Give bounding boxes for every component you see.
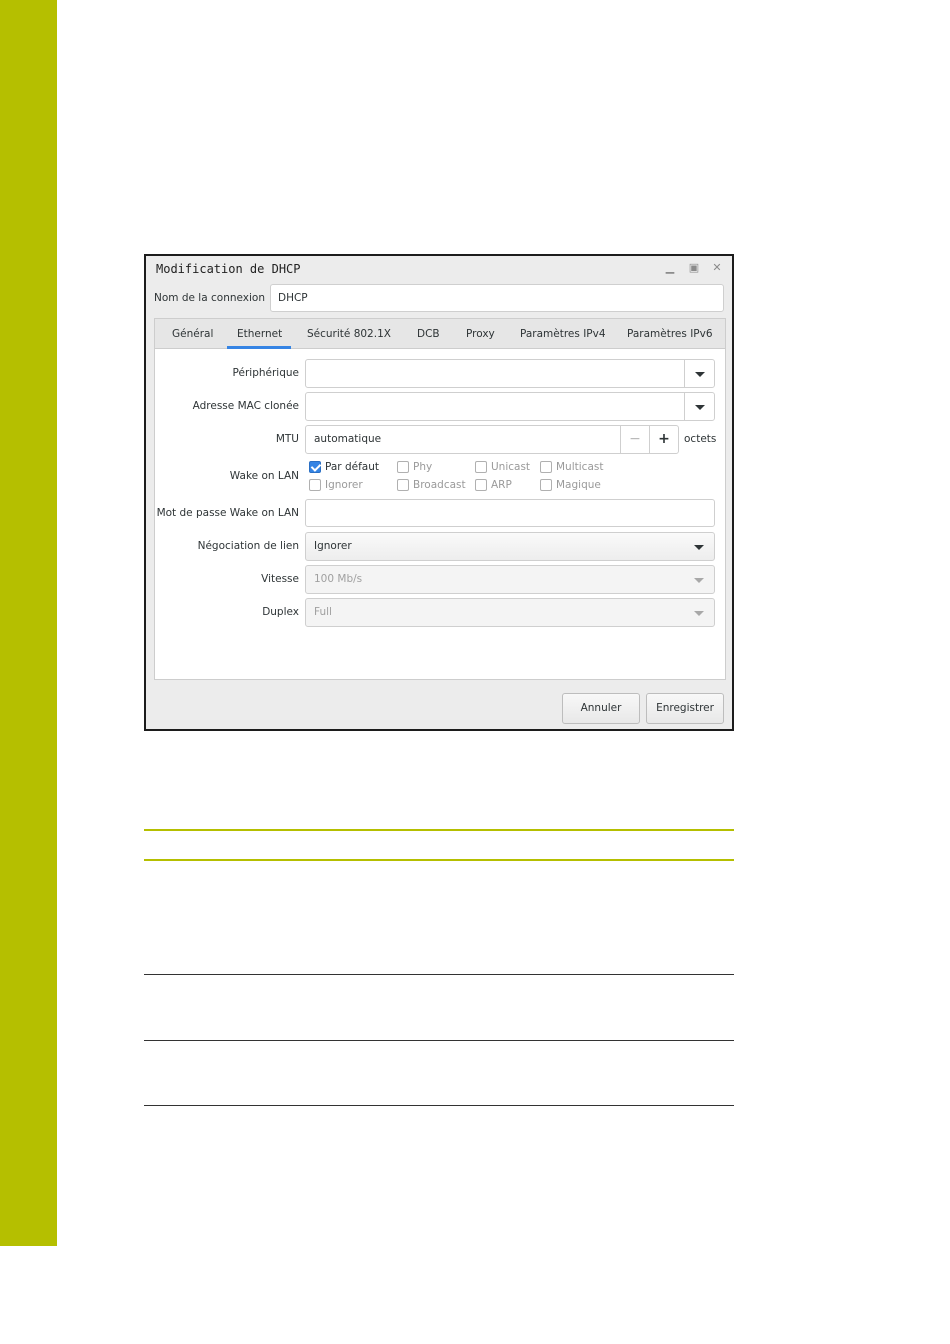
minimize-icon[interactable]: ▁ (663, 262, 677, 274)
wol-multicast-label: Multicast (556, 461, 604, 473)
table-header-rule (144, 859, 734, 861)
device-label: Périphérique (232, 367, 299, 379)
edit-connection-dialog: Modification de DHCP ▁ ▣ ✕ Nom de la con… (144, 254, 734, 731)
checkbox-icon (309, 479, 321, 491)
chevron-down-icon (694, 371, 705, 377)
speed-dropdown[interactable]: 100 Mb/s (305, 565, 715, 594)
cloned-mac-combobox[interactable] (305, 392, 715, 421)
tab-proxy[interactable]: Proxy (466, 328, 495, 340)
wol-multicast-checkbox[interactable]: Multicast (540, 461, 603, 473)
checkbox-checked-icon (309, 461, 321, 473)
table-top-rule (144, 829, 734, 831)
wol-ignore-label: Ignorer (325, 479, 363, 491)
speed-value: 100 Mb/s (314, 573, 363, 585)
table-bottom-rule (144, 1105, 734, 1106)
cloned-mac-label: Adresse MAC clonée (192, 400, 299, 412)
maximize-icon[interactable]: ▣ (687, 262, 701, 274)
dialog-titlebar[interactable]: Modification de DHCP ▁ ▣ ✕ (146, 256, 732, 282)
settings-notebook: Général Ethernet Sécurité 802.1X DCB Pro… (154, 318, 726, 680)
wol-password-label: Mot de passe Wake on LAN (156, 507, 299, 519)
wol-magic-label: Magique (556, 479, 601, 491)
chevron-down-icon (694, 544, 704, 550)
wol-phy-label: Phy (413, 461, 433, 473)
close-icon[interactable]: ✕ (710, 262, 724, 274)
mtu-unit: octets (684, 433, 717, 445)
checkbox-icon (475, 479, 487, 491)
duplex-label: Duplex (262, 606, 299, 618)
link-negotiation-dropdown[interactable]: Ignorer (305, 532, 715, 561)
tab-ethernet[interactable]: Ethernet (237, 328, 282, 340)
sidebar-accent-strip (0, 0, 57, 1246)
mtu-decrement-button[interactable]: − (620, 426, 649, 453)
chevron-down-icon (694, 610, 704, 616)
link-negotiation-value: Ignorer (314, 540, 352, 552)
wol-magic-checkbox[interactable]: Magique (540, 479, 601, 491)
wol-unicast-label: Unicast (491, 461, 531, 473)
checkbox-icon (540, 461, 552, 473)
connection-name-label: Nom de la connexion (154, 292, 265, 304)
table-row-divider (144, 974, 734, 975)
tab-ipv6-settings[interactable]: Paramètres IPv6 (627, 328, 713, 340)
mtu-value: automatique (314, 433, 382, 445)
wol-arp-label: ARP (491, 479, 512, 491)
mtu-label: MTU (275, 433, 299, 445)
duplex-dropdown[interactable]: Full (305, 598, 715, 627)
active-tab-indicator (227, 346, 291, 349)
wol-unicast-checkbox[interactable]: Unicast (475, 461, 530, 473)
checkbox-icon (475, 461, 487, 473)
device-dropdown-button[interactable] (684, 360, 714, 387)
wol-default-label: Par défaut (325, 461, 379, 473)
duplex-value: Full (314, 606, 332, 618)
tab-general[interactable]: Général (172, 328, 213, 340)
wol-label: Wake on LAN (229, 470, 299, 482)
tab-bar: Général Ethernet Sécurité 802.1X DCB Pro… (155, 319, 725, 349)
wol-ignore-checkbox[interactable]: Ignorer (309, 479, 363, 491)
checkbox-icon (540, 479, 552, 491)
chevron-down-icon (694, 577, 704, 583)
mtu-increment-button[interactable]: + (649, 426, 678, 453)
table-row-divider (144, 1040, 734, 1041)
cancel-button[interactable]: Annuler (562, 693, 640, 724)
wol-broadcast-label: Broadcast (413, 479, 466, 491)
mtu-spinbutton[interactable]: automatique − + (305, 425, 679, 454)
chevron-down-icon (694, 404, 705, 410)
dialog-title: Modification de DHCP (156, 262, 301, 276)
wol-arp-checkbox[interactable]: ARP (475, 479, 512, 491)
wol-phy-checkbox[interactable]: Phy (397, 461, 432, 473)
save-button[interactable]: Enregistrer (646, 693, 724, 724)
tab-ipv4-settings[interactable]: Paramètres IPv4 (520, 328, 606, 340)
link-negotiation-label: Négociation de lien (197, 540, 299, 552)
device-combobox[interactable] (305, 359, 715, 388)
checkbox-icon (397, 479, 409, 491)
wol-password-input[interactable] (305, 499, 715, 527)
wol-default-checkbox[interactable]: Par défaut (309, 461, 379, 473)
speed-label: Vitesse (261, 573, 299, 585)
cloned-mac-dropdown-button[interactable] (684, 393, 714, 420)
wol-broadcast-checkbox[interactable]: Broadcast (397, 479, 466, 491)
connection-name-input[interactable]: DHCP (270, 284, 724, 312)
checkbox-icon (397, 461, 409, 473)
tab-dcb[interactable]: DCB (417, 328, 440, 340)
tab-security-8021x[interactable]: Sécurité 802.1X (307, 328, 391, 340)
